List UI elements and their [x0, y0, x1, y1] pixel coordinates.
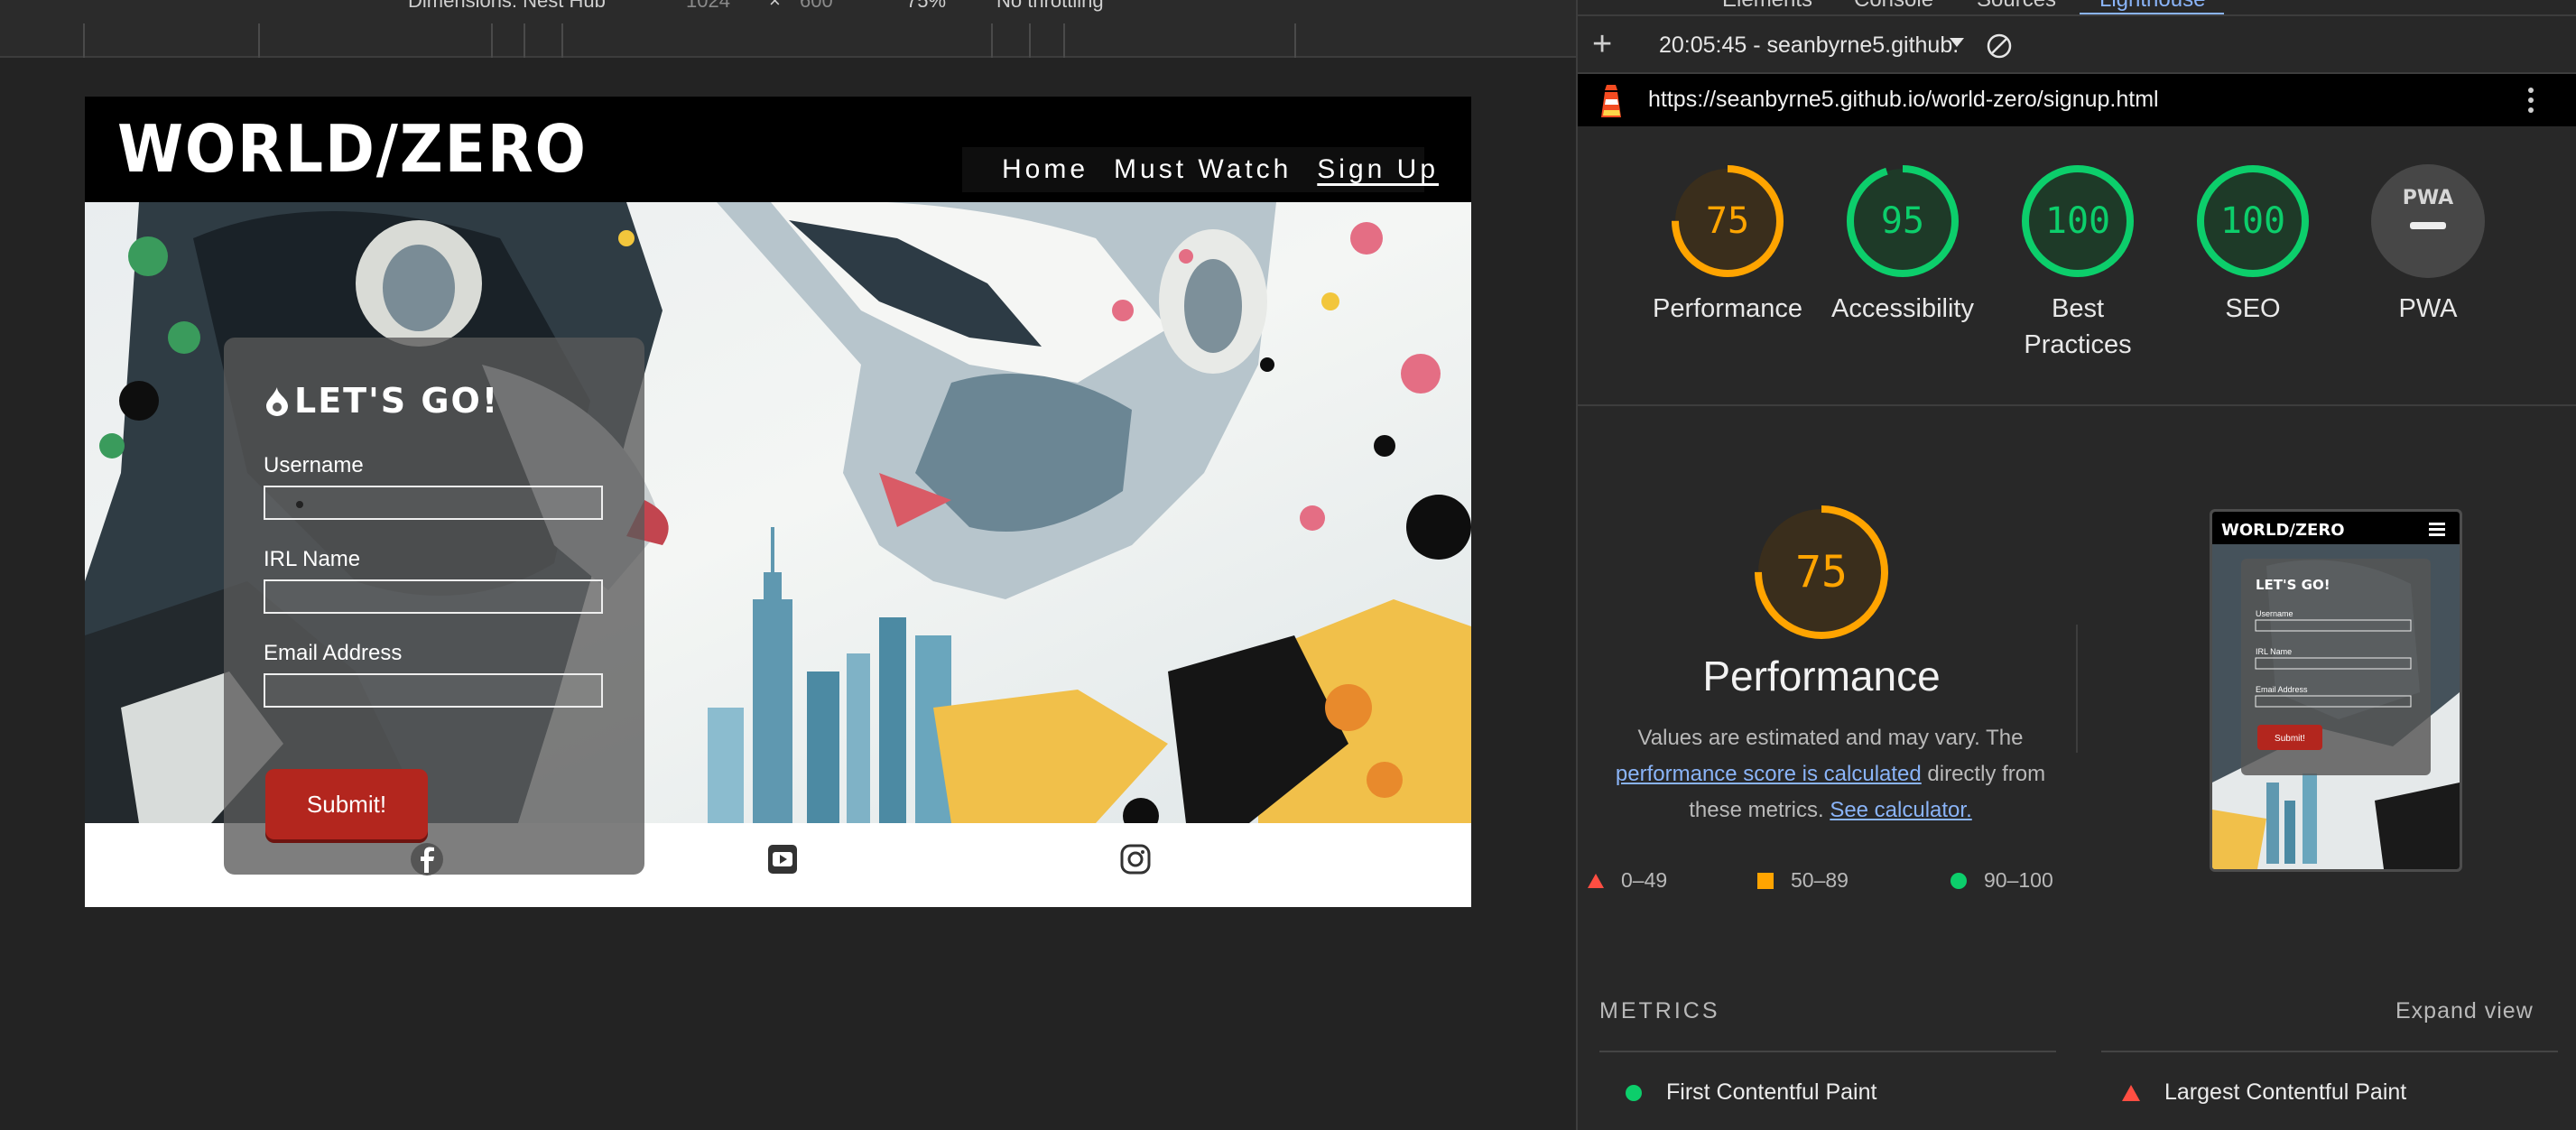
final-screenshot-thumbnail[interactable]: WORLD/ZERO LET'S GO! Username IRL Name E… — [2210, 509, 2462, 872]
username-label: Username — [264, 453, 364, 477]
more-options-icon[interactable] — [2527, 85, 2534, 116]
signup-form: LET'S GO! Username IRL Name Email Addres… — [224, 338, 644, 875]
gauge-label: Accessibility — [1831, 294, 1974, 323]
gauge-pwa[interactable]: PWA PWA — [2338, 162, 2518, 327]
metric-fcp: First Contentful Paint — [1625, 1079, 1876, 1106]
form-title: LET'S GO! — [264, 381, 499, 421]
clear-reports-icon[interactable] — [1986, 32, 2013, 60]
desc-text: Values are estimated and may vary. The — [1637, 726, 2024, 750]
device-emulation-pane: Dimensions: Nest Hub 1024 × 600 75% No t… — [0, 0, 1576, 1130]
youtube-icon[interactable] — [765, 842, 800, 876]
lighthouse-toolbar: + 20:05:45 - seanbyrne5.github. — [1578, 18, 2576, 74]
username-input[interactable] — [264, 486, 603, 520]
score-calculated-link[interactable]: performance score is calculated — [1616, 762, 1922, 786]
lighthouse-logo-icon — [1601, 85, 1621, 117]
svg-text:95: 95 — [1881, 200, 1924, 242]
metric-label: Largest Contentful Paint — [2164, 1079, 2407, 1105]
site-logo[interactable]: WORLD/ZERO — [117, 111, 588, 187]
report-url: https://seanbyrne5.github.io/world-zero/… — [1648, 87, 2159, 112]
gauge-label: PWA — [2398, 294, 2458, 323]
new-report-icon[interactable]: + — [1592, 25, 1612, 64]
performance-title: Performance — [1702, 653, 1941, 699]
flame-icon — [266, 387, 288, 416]
legend-fail: 0–49 — [1587, 868, 1667, 893]
performance-description: Values are estimated and may vary. The p… — [1596, 720, 2065, 829]
gauge-label: Best Practices — [2024, 294, 2132, 359]
metric-label: First Contentful Paint — [1666, 1079, 1877, 1105]
tab-console[interactable]: Console — [1854, 0, 1933, 13]
svg-text:WORLD/ZERO: WORLD/ZERO — [2221, 521, 2345, 540]
gauge-performance[interactable]: 75 Performance — [1637, 162, 1818, 327]
svg-text:PWA: PWA — [2403, 187, 2453, 209]
emulated-page: WORLD/ZERO Home Must Watch Sign Up LET'S… — [85, 97, 1471, 907]
circle-icon — [1951, 872, 1967, 889]
field-icon — [296, 501, 303, 508]
legend-pass: 90–100 — [1950, 868, 2053, 893]
active-tab-indicator — [2080, 13, 2224, 14]
category-gauges: 75 Performance 95 Accessibility 100 Best… — [1578, 126, 2576, 406]
screen: Dimensions: Nest Hub 1024 × 600 75% No t… — [0, 0, 2576, 1130]
irl-name-input[interactable] — [264, 579, 603, 614]
separator — [2076, 625, 2078, 753]
gauge-seo[interactable]: 100 SEO — [2163, 162, 2343, 327]
svg-text:Username: Username — [2256, 609, 2293, 618]
report-select[interactable]: 20:05:45 - seanbyrne5.github. — [1659, 32, 1959, 59]
svg-text:100: 100 — [2220, 200, 2285, 242]
svg-text:Submit!: Submit! — [2275, 734, 2305, 744]
facebook-icon[interactable] — [410, 842, 444, 876]
divider — [1599, 1051, 2056, 1052]
zoom-select[interactable]: 75% — [906, 0, 946, 13]
email-input[interactable] — [264, 673, 603, 708]
site-header: WORLD/ZERO Home Must Watch Sign Up — [85, 97, 1471, 202]
nav-home[interactable]: Home — [1002, 154, 1089, 185]
nav-must-watch[interactable]: Must Watch — [1114, 154, 1292, 185]
gauge-label: Performance — [1652, 294, 1802, 323]
gauge-label: SEO — [2225, 294, 2281, 323]
tab-sources[interactable]: Sources — [1977, 0, 2056, 13]
svg-text:IRL Name: IRL Name — [2256, 647, 2292, 656]
gauge-best-practices[interactable]: 100 Best Practices — [1988, 162, 2168, 363]
devtools-panel: Elements Console Sources Lighthouse + 20… — [1578, 0, 2576, 1130]
performance-score-gauge: 75 — [1755, 505, 1888, 639]
chevron-down-icon[interactable] — [1950, 38, 1964, 47]
performance-section: 75 Performance Values are estimated and … — [1578, 408, 2576, 949]
score-legend: 0–49 50–89 90–100 — [1578, 865, 2083, 901]
legend-average: 50–89 — [1756, 868, 1849, 893]
submit-button[interactable]: Submit! — [265, 769, 428, 839]
nav-sign-up[interactable]: Sign Up — [1317, 154, 1439, 185]
swap-dimensions-icon[interactable]: × — [769, 0, 781, 13]
svg-text:Email Address: Email Address — [2256, 685, 2308, 694]
metric-lcp: Largest Contentful Paint — [2121, 1079, 2406, 1106]
svg-text:75: 75 — [1795, 547, 1848, 597]
square-icon — [1757, 872, 1774, 889]
form-title-text: LET'S GO! — [294, 381, 500, 421]
width-input[interactable]: 1024 — [686, 0, 730, 13]
svg-text:LET'S GO!: LET'S GO! — [2256, 577, 2330, 593]
throttling-select[interactable]: No throttling — [996, 0, 1104, 13]
height-input[interactable]: 600 — [800, 0, 833, 13]
report-url-bar: https://seanbyrne5.github.io/world-zero/… — [1578, 74, 2576, 126]
svg-text:100: 100 — [2045, 200, 2110, 242]
site-nav: Home Must Watch Sign Up — [962, 147, 1435, 192]
tab-elements[interactable]: Elements — [1722, 0, 1812, 13]
dimensions-select[interactable]: Dimensions: Nest Hub — [408, 0, 606, 13]
media-query-ruler[interactable] — [0, 23, 1576, 58]
see-calculator-link[interactable]: See calculator. — [1830, 798, 1971, 822]
svg-text:75: 75 — [1706, 200, 1749, 242]
metrics-header: METRICS — [1599, 998, 1720, 1023]
fail-triangle-icon — [2122, 1084, 2140, 1101]
pass-circle-icon — [1626, 1084, 1642, 1101]
gauge-accessibility[interactable]: 95 Accessibility — [1812, 162, 1993, 327]
triangle-icon — [1588, 873, 1604, 888]
email-label: Email Address — [264, 641, 403, 665]
tab-lighthouse[interactable]: Lighthouse — [2099, 0, 2205, 13]
instagram-icon[interactable] — [1118, 842, 1153, 876]
irl-name-label: IRL Name — [264, 547, 361, 571]
device-toolbar: Dimensions: Nest Hub 1024 × 600 75% No t… — [0, 0, 1576, 23]
divider — [2101, 1051, 2558, 1052]
devtools-tabbar: Elements Console Sources Lighthouse — [1578, 0, 2576, 16]
expand-view-button[interactable]: Expand view — [2395, 998, 2534, 1024]
